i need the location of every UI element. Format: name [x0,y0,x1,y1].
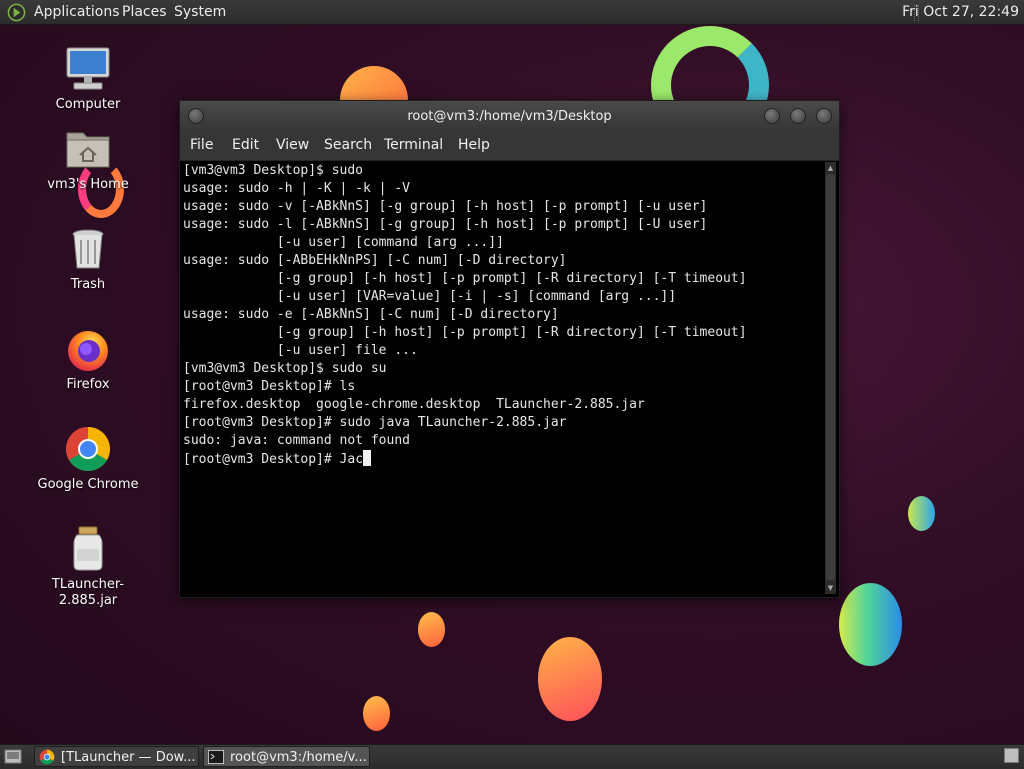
menu-help[interactable]: Help [458,137,490,153]
applications-menu[interactable]: Applications [34,4,120,20]
wallpaper-teal-large [839,583,902,666]
terminal-line: [-u user] [VAR=value] [-i | -s] [command… [183,289,677,304]
terminal-line: usage: sudo [-ABbEHkNnPS] [-C num] [-D d… [183,253,567,268]
desktop-icon-computer[interactable]: Computer [28,45,148,113]
terminal-line: usage: sudo -v [-ABkNnS] [-g group] [-h … [183,199,708,214]
terminal-line: [root@vm3 Desktop]# sudo java TLauncher-… [183,415,567,430]
workspace-switcher[interactable] [1004,748,1019,763]
desktop-icon-firefox[interactable]: Firefox [28,325,148,393]
terminal-line: [-u user] file ... [183,343,418,358]
clock[interactable]: Fri Oct 27, 22:49 [902,4,1019,20]
scroll-down-arrow-icon[interactable]: ▼ [825,583,836,593]
wallpaper-orange-2 [538,637,602,721]
desktop-icon-label: TLauncher-2.885.jar [51,577,125,608]
desktop-icon-tlauncher-jar[interactable]: TLauncher-2.885.jar [28,525,148,609]
desktop-icon-label: Google Chrome [37,477,139,492]
trash-icon [64,225,112,273]
terminal-line: [-g group] [-h host] [-p prompt] [-R dir… [183,325,747,340]
computer-icon [64,45,112,93]
desktop-icon-chrome[interactable]: Google Chrome [28,425,148,493]
terminal-window[interactable]: root@vm3:/home/vm3/Desktop File Edit Vie… [179,100,840,598]
scrollbar-thumb[interactable] [826,174,835,580]
terminal-input-line[interactable]: [root@vm3 Desktop]# Jac [183,450,823,469]
terminal-input[interactable]: Jac [340,452,363,467]
wallpaper-teal-small [908,496,935,531]
text-cursor [363,450,372,466]
window-titlebar[interactable]: root@vm3:/home/vm3/Desktop [180,101,839,131]
taskbar-item-chrome[interactable]: [TLauncher — Dow... [34,746,199,767]
minimize-button[interactable] [764,108,780,124]
terminal-line: [-g group] [-h host] [-p prompt] [-R dir… [183,271,747,286]
system-menu[interactable]: System [174,4,226,20]
places-menu[interactable]: Places [122,4,167,20]
home-folder-icon [64,125,112,173]
wallpaper-orange-3 [363,696,390,731]
terminal-line: firefox.desktop google-chrome.desktop TL… [183,397,645,412]
terminal-output[interactable]: [vm3@vm3 Desktop]$ sudo usage: sudo -h | … [183,162,823,594]
menu-terminal[interactable]: Terminal [384,137,443,153]
top-panel: Applications Places System Fri Oct 27, 2… [0,0,1024,25]
close-button[interactable] [816,108,832,124]
show-desktop-icon[interactable] [4,748,22,765]
terminal-line: [vm3@vm3 Desktop]$ sudo [183,163,364,178]
desktop-icon-home[interactable]: vm3's Home [28,125,148,193]
menu-file[interactable]: File [190,137,213,153]
taskbar-item-label: root@vm3:/home/v... [230,750,367,765]
terminal-line: [root@vm3 Desktop]# ls [183,379,356,394]
desktop-icon-label: Computer [55,97,121,112]
shell-prompt: [root@vm3 Desktop]# [183,452,340,467]
desktop-icon-trash[interactable]: Trash [28,225,148,293]
taskbar-item-terminal[interactable]: root@vm3:/home/v... [203,746,370,767]
chrome-icon [39,749,55,765]
wallpaper-orange-1 [418,612,445,647]
bottom-panel: [TLauncher — Dow... root@vm3:/home/v... [0,744,1024,769]
window-title: root@vm3:/home/vm3/Desktop [407,109,612,124]
menu-view[interactable]: View [276,137,309,153]
terminal-line: sudo: java: command not found [183,433,410,448]
desktop-icon-label: Trash [70,277,106,292]
terminal-line: usage: sudo -e [-ABkNnS] [-C num] [-D di… [183,307,559,322]
menu-edit[interactable]: Edit [232,137,259,153]
terminal-menubar: File Edit View Search Terminal Help [180,131,839,161]
terminal-line: [vm3@vm3 Desktop]$ sudo su [183,361,387,376]
desktop-icon-label: Firefox [66,377,110,392]
menu-search[interactable]: Search [324,137,372,153]
jar-file-icon [64,525,112,573]
taskbar-item-label: [TLauncher — Dow... [61,750,196,765]
firefox-icon [64,325,112,373]
terminal-icon [208,750,224,764]
scroll-up-arrow-icon[interactable]: ▲ [825,163,836,173]
terminal-line: [-u user] [command [arg ...]] [183,235,504,250]
chrome-icon [64,425,112,473]
terminal-line: usage: sudo -h | -K | -k | -V [183,181,410,196]
distro-logo-icon[interactable] [7,3,26,22]
terminal-line: usage: sudo -l [-ABkNnS] [-g group] [-h … [183,217,708,232]
desktop-icon-label: vm3's Home [47,177,129,192]
maximize-button[interactable] [790,108,806,124]
